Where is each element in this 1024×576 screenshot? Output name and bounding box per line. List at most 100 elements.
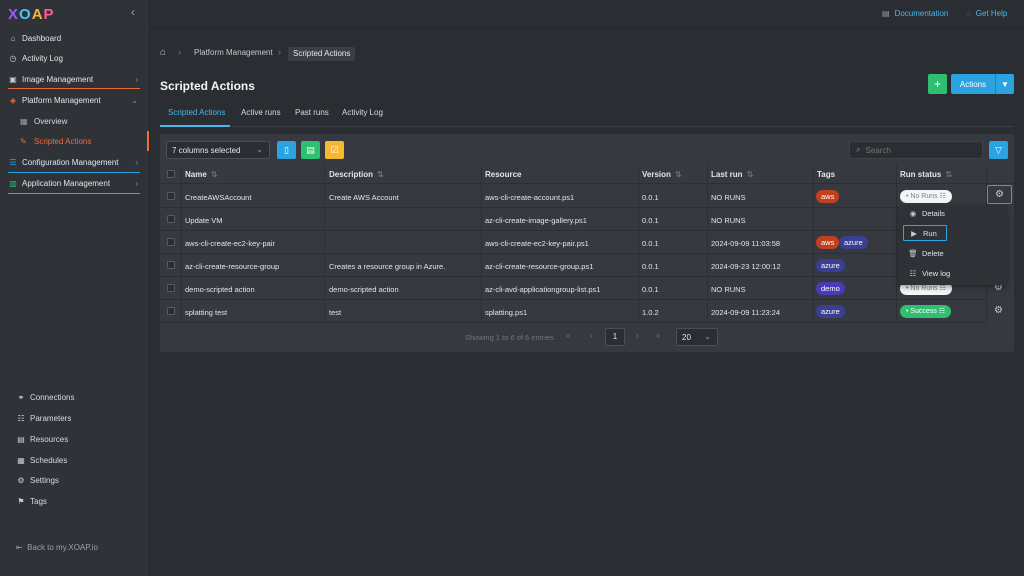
sidebar-item-schedules[interactable]: ▦ Schedules bbox=[0, 450, 148, 470]
filter-button[interactable]: ▽ bbox=[989, 141, 1008, 159]
row-checkbox[interactable] bbox=[167, 215, 175, 223]
table-row[interactable]: CreateAWSAccount Create AWS Account aws-… bbox=[160, 185, 986, 208]
menu-item-view-log[interactable]: ☷ View log bbox=[903, 265, 1003, 281]
columns-select[interactable]: 7 columns selected ⌄ bbox=[166, 141, 270, 159]
cell-version: 0.0.1 bbox=[642, 216, 659, 225]
sidebar-item-dashboard[interactable]: ⌂ Dashboard bbox=[0, 28, 148, 48]
sidebar: XOAP ‹ ⌂ Dashboard ◷ Activity Log ▣ Imag… bbox=[0, 0, 150, 576]
back-link[interactable]: ⇤ Back to my.XOAP.io bbox=[16, 543, 98, 552]
tab-active-indicator bbox=[160, 125, 230, 127]
column-header-tags[interactable]: Tags bbox=[817, 170, 835, 179]
table-row[interactable]: az-cli-create-resource-group Creates a r… bbox=[160, 254, 986, 277]
chart-icon: ▥ bbox=[9, 178, 17, 188]
tab-past-runs[interactable]: Past runs bbox=[295, 108, 329, 117]
prev-page-icon[interactable]: ‹ bbox=[590, 331, 593, 340]
cell-last-run: 2024-09-09 11:23:24 bbox=[711, 308, 781, 317]
cell-description: Creates a resource group in Azure. bbox=[329, 262, 446, 271]
sidebar-item-parameters[interactable]: ☷ Parameters bbox=[0, 408, 148, 428]
gear-icon[interactable]: ⚙ bbox=[994, 305, 1003, 316]
row-checkbox[interactable] bbox=[167, 261, 175, 269]
select-all-button[interactable]: ☑ bbox=[325, 141, 344, 159]
sidebar-underline bbox=[8, 88, 140, 89]
log-icon: ☷ bbox=[938, 308, 946, 315]
table-row[interactable]: splatting test test splatting.ps1 1.0.2 … bbox=[160, 300, 986, 323]
actions-button[interactable]: Actions ▼ bbox=[951, 74, 1014, 94]
column-header-last-run[interactable]: Last run ⇅ bbox=[711, 170, 753, 179]
row-checkbox[interactable] bbox=[167, 238, 175, 246]
sidebar-item-tags[interactable]: ⚑ Tags bbox=[0, 491, 148, 511]
tab-scripted-actions[interactable]: Scripted Actions bbox=[168, 108, 225, 117]
sort-icon: ⇅ bbox=[377, 170, 384, 179]
last-page-icon[interactable]: » bbox=[656, 331, 660, 340]
menu-item-delete[interactable]: 🗑 Delete bbox=[903, 245, 1003, 261]
home-icon[interactable]: ⌂ bbox=[160, 47, 166, 58]
chevron-down-icon: ⌄ bbox=[131, 95, 138, 105]
xoap-logo[interactable]: XOAP bbox=[8, 6, 55, 23]
chevron-left-icon[interactable]: ‹ bbox=[131, 5, 135, 19]
clock-icon: ◷ bbox=[9, 53, 17, 63]
export-file-button[interactable]: ▯ bbox=[277, 141, 296, 159]
breadcrumb-platform-management[interactable]: Platform Management bbox=[194, 48, 273, 57]
log-icon: ☷ bbox=[939, 285, 946, 292]
row-checkbox[interactable] bbox=[167, 192, 175, 200]
log-icon: ☷ bbox=[909, 268, 917, 278]
search-box[interactable]: ⌕ bbox=[849, 141, 983, 159]
row-actions-button[interactable]: ⚙ bbox=[987, 185, 1012, 204]
cell-description: demo-scripted action bbox=[329, 285, 399, 294]
sidebar-item-connections[interactable]: ⚭ Connections bbox=[0, 387, 148, 407]
pen-icon: ✎ bbox=[20, 136, 27, 146]
table-row[interactable]: aws-cli-create-ec2-key-pair aws-cli-crea… bbox=[160, 231, 986, 254]
export-excel-button[interactable]: ▤ bbox=[301, 141, 320, 159]
tab-activity-log[interactable]: Activity Log bbox=[342, 108, 383, 117]
home-icon: ⌂ bbox=[10, 33, 16, 43]
first-page-icon[interactable]: « bbox=[566, 331, 570, 340]
sort-icon: ⇅ bbox=[746, 170, 754, 179]
row-checkbox[interactable] bbox=[167, 284, 175, 292]
sidebar-item-activity-log[interactable]: ◷ Activity Log bbox=[0, 48, 148, 68]
current-page-button[interactable]: 1 bbox=[605, 328, 625, 346]
sidebar-item-platform-management[interactable]: ◈ Platform Management ⌄ bbox=[0, 90, 148, 110]
gear-icon: ⚙ bbox=[995, 189, 1004, 200]
cell-resource: splatting.ps1 bbox=[485, 308, 528, 317]
sidebar-item-image-management[interactable]: ▣ Image Management › bbox=[0, 69, 148, 89]
search-input[interactable] bbox=[865, 145, 966, 155]
select-all-checkbox[interactable] bbox=[167, 170, 175, 178]
column-header-version[interactable]: Version ⇅ bbox=[642, 170, 682, 179]
exit-icon: ⇤ bbox=[16, 543, 23, 552]
column-header-resource[interactable]: Resource bbox=[485, 170, 521, 179]
menu-item-run[interactable]: ▶ Run bbox=[903, 225, 947, 241]
column-header-name[interactable]: Name ⇅ bbox=[185, 170, 218, 179]
row-checkbox[interactable] bbox=[167, 307, 175, 315]
page-title: Scripted Actions bbox=[160, 79, 255, 93]
file-icon: ▯ bbox=[284, 145, 289, 155]
trash-icon: 🗑 bbox=[908, 248, 918, 258]
column-header-description[interactable]: Description ⇅ bbox=[329, 170, 384, 179]
row-actions-menu: ◉ Details ▶ Run 🗑 Delete ☷ View log bbox=[899, 205, 1007, 285]
add-button[interactable]: + bbox=[928, 74, 947, 94]
checkbox-icon: ☑ bbox=[330, 145, 339, 155]
sliders-icon: ☰ bbox=[9, 157, 17, 167]
tab-bar: Scripted Actions Active runs Past runs A… bbox=[160, 103, 1014, 127]
next-page-icon[interactable]: › bbox=[636, 331, 639, 340]
column-header-run-status[interactable]: Run status ⇅ bbox=[900, 170, 952, 179]
documentation-link[interactable]: ▤ Documentation bbox=[882, 9, 948, 18]
sidebar-item-configuration-management[interactable]: ☰ Configuration Management › bbox=[0, 152, 148, 172]
tab-active-runs[interactable]: Active runs bbox=[241, 108, 281, 117]
sidebar-underline bbox=[8, 193, 140, 194]
status-badge: • Success ☷ bbox=[900, 305, 952, 318]
status-badge: • No Runs ☷ bbox=[900, 190, 952, 203]
help-link[interactable]: ◌ Get Help bbox=[966, 9, 1007, 18]
sidebar-item-resources[interactable]: ▤ Resources bbox=[0, 429, 148, 449]
page-size-select[interactable]: 20 ⌄ bbox=[676, 328, 718, 346]
sidebar-subitem-scripted-actions[interactable]: ✎ Scripted Actions bbox=[0, 131, 148, 151]
tag-badge: azure bbox=[816, 305, 845, 318]
menu-item-details[interactable]: ◉ Details bbox=[903, 205, 1003, 221]
table-row[interactable]: demo-scripted action demo-scripted actio… bbox=[160, 277, 986, 300]
sidebar-subitem-overview[interactable]: ▦ Overview bbox=[0, 111, 148, 131]
sort-icon: ⇅ bbox=[210, 170, 218, 179]
table-row[interactable]: Update VM az-cli-create-image-gallery.ps… bbox=[160, 208, 986, 231]
cell-resource: az-cli-avd-applicationgroup-list.ps1 bbox=[485, 285, 601, 294]
sidebar-item-settings[interactable]: ⚙ Settings bbox=[0, 470, 148, 490]
cell-version: 0.0.1 bbox=[642, 239, 659, 248]
sidebar-item-application-management[interactable]: ▥ Application Management › bbox=[0, 173, 148, 193]
